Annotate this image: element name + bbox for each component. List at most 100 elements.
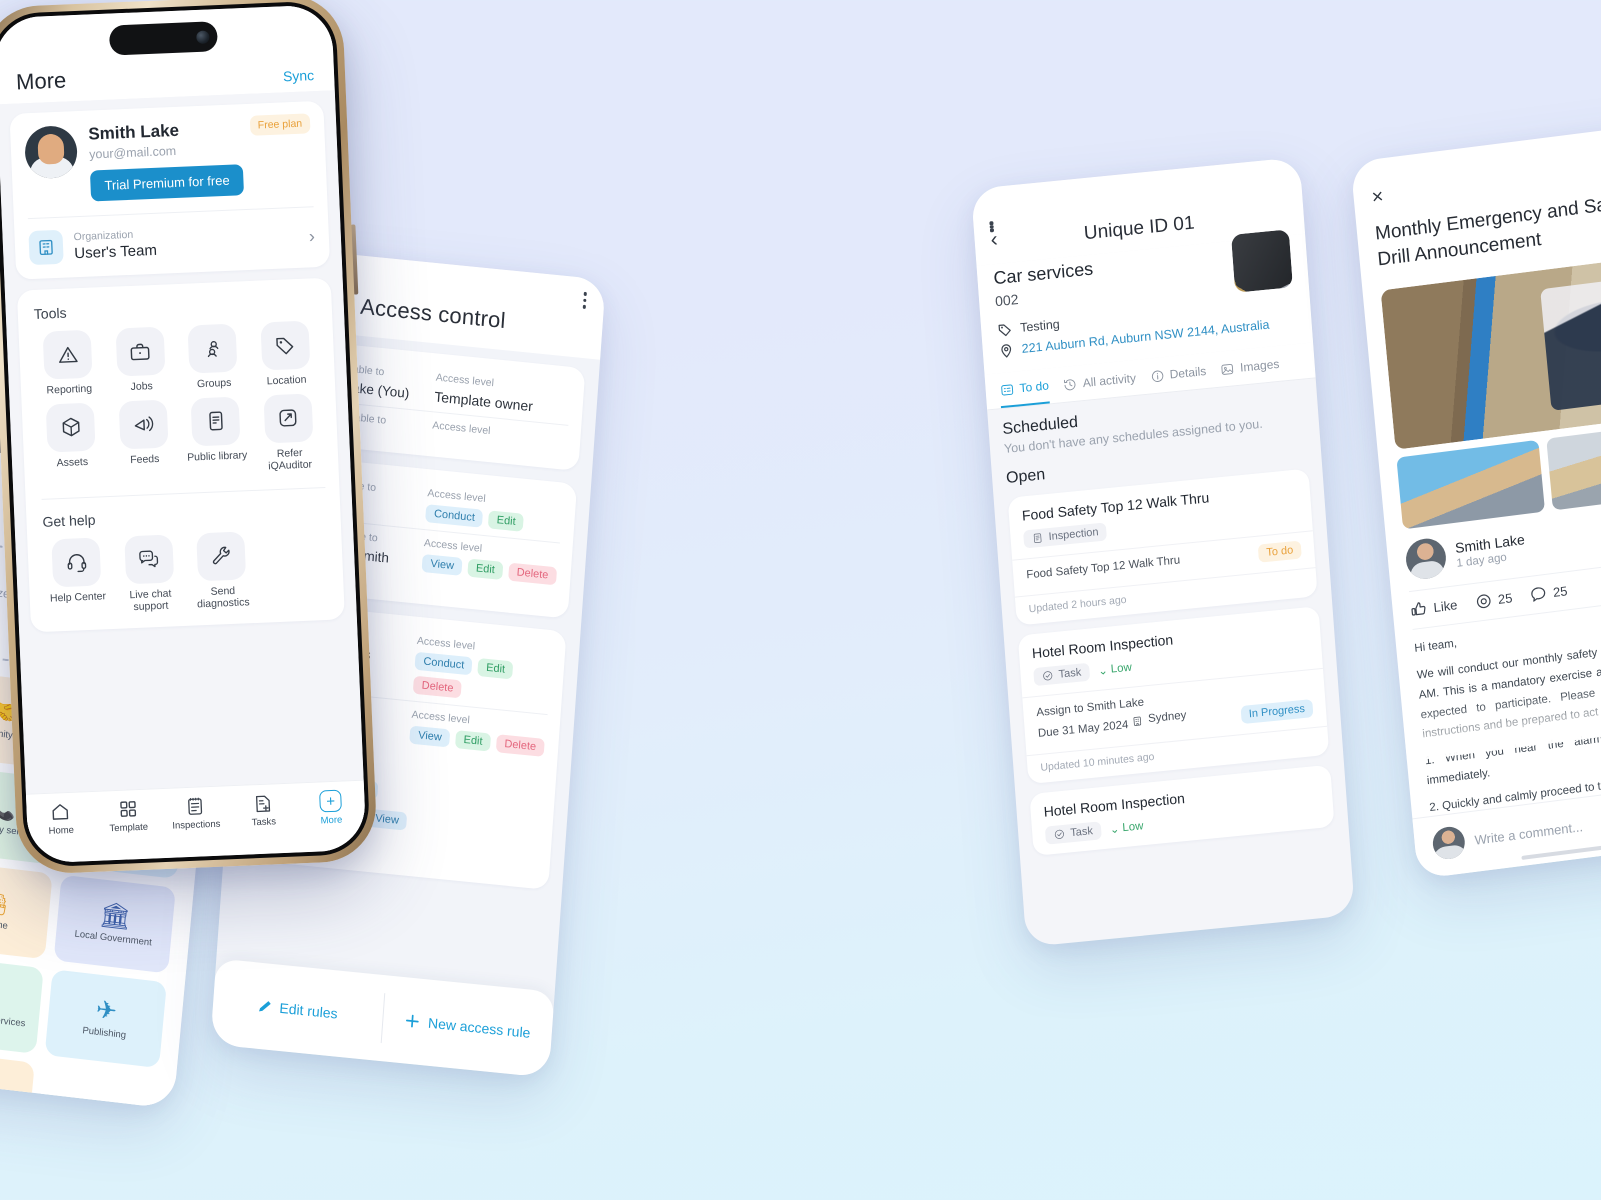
- document-icon: [1033, 532, 1042, 543]
- task-priority: ⌄ Low: [1097, 661, 1133, 678]
- help-label: Send diagnostics: [196, 584, 250, 611]
- thumbnail-image[interactable]: [1396, 440, 1546, 530]
- icon-tile[interactable]: 🍴Food and hospitality: [0, 1049, 35, 1110]
- dynamic-island: [108, 21, 218, 56]
- more-scroll-area[interactable]: Free plan Smith Lake your@mail.com Trial…: [0, 90, 366, 838]
- briefcase-icon: [115, 326, 166, 377]
- checklist-icon: [1001, 383, 1014, 395]
- tool-item[interactable]: Refer iQAuditor: [253, 393, 325, 474]
- share-icon: [279, 409, 297, 427]
- megaphone-icon: [118, 399, 169, 450]
- icon-tile[interactable]: ✈ Publishing: [44, 969, 167, 1069]
- screen-asset-detail: ‹ Unique ID 01 Car services 002 Testing …: [970, 156, 1356, 948]
- icon-tile-label: Professional services: [0, 1008, 26, 1029]
- tool-item[interactable]: Reporting: [33, 329, 104, 397]
- tool-label: Feeds: [129, 452, 160, 466]
- asset-thumbnail[interactable]: [1230, 228, 1293, 293]
- access-level-label: Access level: [431, 419, 491, 438]
- tool-item[interactable]: Location: [250, 320, 321, 388]
- task-detail-line: Food Safety Top 12 Walk Thru: [1025, 554, 1181, 582]
- chat-icon: [123, 534, 174, 585]
- hero-image[interactable]: [1380, 253, 1601, 451]
- icon-tile[interactable]: 🌟Professional services: [0, 954, 44, 1054]
- new-access-rule-button[interactable]: New access rule: [380, 975, 555, 1078]
- asset-tab-details[interactable]: Details: [1149, 363, 1207, 391]
- comment-placeholder: Write a comment...: [1473, 818, 1584, 848]
- tool-item[interactable]: Feeds: [108, 399, 180, 480]
- comments-counter[interactable]: 25: [1529, 583, 1568, 605]
- task-card[interactable]: Hotel Room Inspection Task ⌄ Low Assign to S…: [1017, 605, 1330, 785]
- tag-icon: [276, 337, 294, 354]
- like-button[interactable]: Like: [1410, 596, 1458, 619]
- access-chip[interactable]: Delete: [413, 675, 463, 699]
- avatar: [1431, 825, 1467, 861]
- access-level-chips: Conduct Edit Delete: [413, 651, 551, 707]
- tool-item[interactable]: Groups: [177, 323, 248, 391]
- help-label: Help Center: [49, 590, 107, 605]
- tool-item[interactable]: Assets: [36, 402, 108, 483]
- tools-grid: Reporting Jobs Groups Location Assets Feeds Pu…: [33, 320, 325, 483]
- announcement-header: × Monthly Emergency and Safety Drill Ann…: [1350, 121, 1601, 281]
- access-chip[interactable]: Delete: [508, 562, 557, 586]
- help-grid: Help Center Live chat support Send diagnos…: [41, 528, 330, 618]
- tab-tasks[interactable]: Tasks: [229, 791, 298, 829]
- access-chip[interactable]: Edit: [488, 510, 525, 532]
- groups-icon: [187, 323, 238, 374]
- thumbnail-image[interactable]: [1546, 421, 1601, 511]
- tool-label: Jobs: [130, 380, 154, 394]
- organization-row[interactable]: Organization User's Team ›: [27, 206, 316, 266]
- tag-icon: [260, 320, 311, 371]
- help-item[interactable]: Send diagnostics: [186, 531, 258, 612]
- asset-tab-to-do[interactable]: To do: [999, 377, 1051, 408]
- check-circle-icon: [1043, 670, 1053, 680]
- task-detail-line: Sydney: [1147, 709, 1187, 726]
- icon-tile[interactable]: ⛴ Maritime: [0, 860, 53, 960]
- tab-inspections[interactable]: Inspections: [161, 794, 230, 832]
- access-chip[interactable]: Conduct: [425, 504, 484, 528]
- profile-row: Free plan Smith Lake your@mail.com Trial…: [24, 113, 313, 204]
- task-status-badge: In Progress: [1240, 699, 1314, 725]
- industry-glyph-icon: ⛴: [0, 885, 9, 918]
- edit-rules-button[interactable]: Edit rules: [210, 958, 385, 1061]
- asset-tab-images[interactable]: Images: [1220, 356, 1281, 385]
- book-icon: [209, 411, 223, 431]
- home-icon: [52, 804, 69, 820]
- tool-item[interactable]: Public library: [181, 396, 253, 477]
- industry-glyph-icon: ✈: [94, 995, 119, 1026]
- task-list: Food Safety Top 12 Walk Thru Inspection Fo…: [1007, 467, 1335, 856]
- tab-more[interactable]: + More: [296, 789, 365, 828]
- more-header: More Sync: [0, 4, 335, 105]
- access-chip[interactable]: Edit: [467, 558, 504, 580]
- grid-icon: [120, 801, 136, 817]
- like-label: Like: [1432, 597, 1459, 616]
- sync-button[interactable]: Sync: [283, 67, 315, 84]
- icon-tile[interactable]: 🏛 Local Government: [53, 874, 176, 974]
- help-item[interactable]: Live chat support: [114, 534, 186, 615]
- access-chip[interactable]: Delete: [495, 734, 545, 757]
- tool-item[interactable]: Jobs: [105, 326, 176, 394]
- task-priority-label: Low: [1110, 661, 1133, 676]
- image-icon: [1221, 363, 1234, 375]
- alert-triangle-icon: [58, 346, 78, 363]
- check-circle-icon: [1054, 829, 1064, 839]
- access-chip[interactable]: Edit: [477, 658, 514, 680]
- help-item[interactable]: Help Center: [41, 537, 113, 618]
- icon-tile-label: Local Government: [74, 928, 153, 948]
- task-card[interactable]: Food Safety Top 12 Walk Thru Inspection Fo…: [1007, 467, 1318, 626]
- trial-premium-button[interactable]: Trial Premium for free: [89, 164, 245, 202]
- front-camera-icon: [196, 29, 210, 44]
- asset-tab-label: Images: [1239, 356, 1280, 375]
- tab-label: Template: [109, 821, 149, 835]
- tab-template[interactable]: Template: [94, 797, 163, 835]
- asset-tab-label: Details: [1169, 363, 1207, 382]
- asset-tab-label: All activity: [1082, 370, 1137, 391]
- icon-tile[interactable]: [35, 1063, 159, 1110]
- back-icon[interactable]: ‹: [990, 228, 999, 252]
- access-chip[interactable]: Conduct: [414, 651, 473, 676]
- access-chip[interactable]: View: [409, 725, 451, 748]
- tab-home[interactable]: Home: [26, 800, 95, 838]
- task-detail-line: Due 31 May 2024: [1037, 719, 1129, 741]
- access-chip[interactable]: Edit: [455, 730, 492, 752]
- kebab-menu-icon[interactable]: [582, 291, 587, 309]
- access-chip[interactable]: View: [421, 554, 463, 576]
